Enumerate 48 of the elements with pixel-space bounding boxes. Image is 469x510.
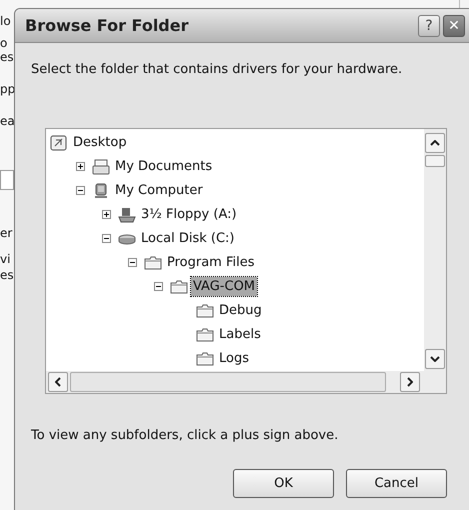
tree-item[interactable]: Debug xyxy=(217,300,264,320)
background-text: es xyxy=(0,50,14,64)
folder-icon xyxy=(196,350,214,366)
scroll-thumb[interactable] xyxy=(70,372,386,392)
hint-text: To view any subfolders, click a plus sign above. xyxy=(31,426,340,444)
expand-toggle[interactable] xyxy=(76,162,85,171)
background-text: o xyxy=(0,36,8,50)
folder-icon xyxy=(196,326,214,342)
help-button[interactable]: ? xyxy=(418,14,440,36)
folder-icon xyxy=(144,254,162,270)
expand-toggle[interactable] xyxy=(102,210,111,219)
background-text: pp xyxy=(0,82,16,96)
folder-icon xyxy=(170,278,188,294)
tree-item[interactable]: My Computer xyxy=(113,180,205,200)
computer-icon xyxy=(92,182,110,198)
tree-item[interactable]: Logs xyxy=(217,348,251,368)
collapse-toggle[interactable] xyxy=(102,234,111,243)
window-title: Browse For Folder xyxy=(25,14,190,36)
close-button[interactable]: ✕ xyxy=(443,14,465,36)
scroll-left-icon[interactable] xyxy=(48,372,68,392)
documents-icon xyxy=(92,158,110,174)
horizontal-scrollbar[interactable] xyxy=(46,370,446,392)
tree-item[interactable]: My Documents xyxy=(113,156,214,176)
collapse-toggle[interactable] xyxy=(154,282,163,291)
scroll-up-icon[interactable] xyxy=(425,132,445,152)
tree-item[interactable]: Desktop xyxy=(71,132,129,152)
dialog-button[interactable]: Cancel xyxy=(346,469,447,498)
tree-item[interactable]: 3½ Floppy (A:) xyxy=(139,204,239,224)
tree-item[interactable]: VAG-COM xyxy=(191,276,258,296)
background-text: ea xyxy=(0,114,15,128)
background-text: es xyxy=(0,268,14,282)
background-text: er xyxy=(0,226,12,240)
collapse-toggle[interactable] xyxy=(128,258,137,267)
scroll-down-icon[interactable] xyxy=(425,348,445,368)
tree-item[interactable]: Program Files xyxy=(165,252,257,272)
floppy-drive-icon xyxy=(118,206,136,222)
tree-item[interactable]: Local Disk (C:) xyxy=(139,228,236,248)
instruction-text: Select the folder that contains drivers for your hardware. xyxy=(31,61,404,79)
vertical-scrollbar[interactable] xyxy=(424,128,446,370)
folder-icon xyxy=(196,302,214,318)
background-text: vi xyxy=(0,252,10,266)
scroll-right-icon[interactable] xyxy=(400,372,420,392)
desktop-icon xyxy=(50,134,68,150)
background-text: lo xyxy=(0,14,11,28)
tree-item[interactable]: Labels xyxy=(217,324,263,344)
dialog-button[interactable]: OK xyxy=(233,469,334,498)
collapse-toggle[interactable] xyxy=(76,186,85,195)
scroll-thumb[interactable] xyxy=(425,154,445,166)
